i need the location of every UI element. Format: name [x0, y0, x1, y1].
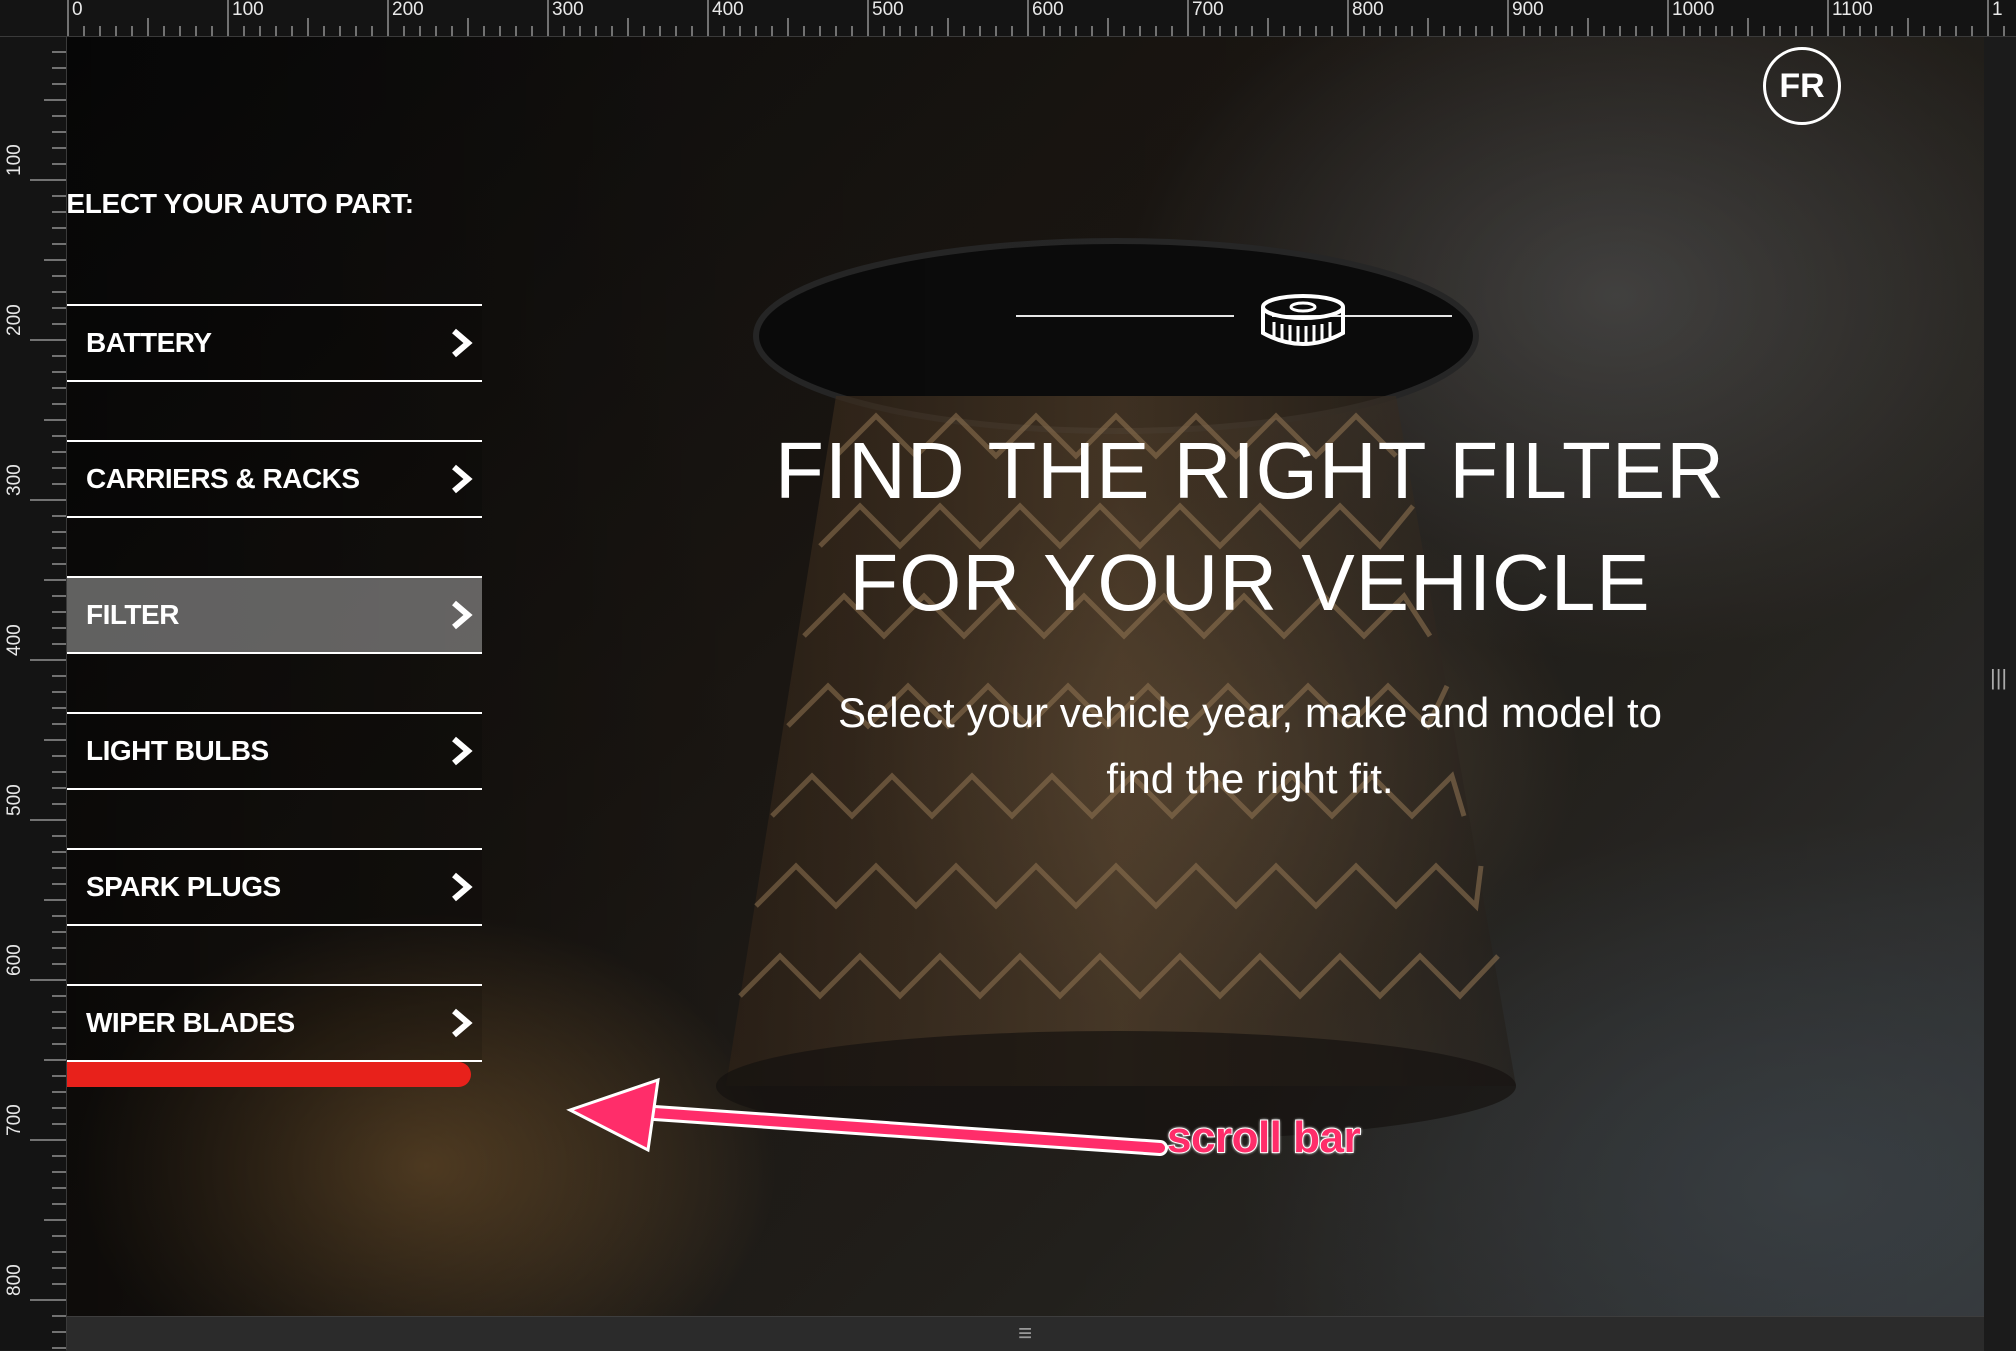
part-button-spark-plugs[interactable]: SPARK PLUGS: [48, 848, 482, 926]
part-button-light-bulbs[interactable]: LIGHT BULBS: [48, 712, 482, 790]
hero-title: FIND THE RIGHT FILTER FOR YOUR VEHICLE: [680, 415, 1820, 639]
ruler-left-label: 600: [4, 944, 25, 976]
ruler-top-ticks: 0 100 200 300 400 500 600 700 800 900 1000 1100 1: [67, 0, 2005, 36]
ruler-top: 0 100 200 300 400 500 600 700 800 900 1000 1100 1: [0, 0, 2016, 37]
part-button-wiper-blades[interactable]: WIPER BLADES: [48, 984, 482, 1062]
part-button-carriers-racks[interactable]: CARRIERS & RACKS: [48, 440, 482, 518]
hero-subtitle: Select your vehicle year, make and model…: [680, 680, 1820, 812]
language-toggle-button[interactable]: FR: [1763, 47, 1841, 125]
right-resize-handle[interactable]: |||: [1990, 665, 2007, 691]
part-button-label: LIGHT BULBS: [86, 735, 269, 766]
ruler-top-label: 1100: [1832, 0, 1873, 20]
part-button-label: CARRIERS & RACKS: [86, 463, 360, 494]
ruler-corner: [0, 0, 66, 36]
annotation-label: scroll bar: [1166, 1112, 1362, 1163]
part-button-label: FILTER: [86, 599, 179, 630]
hero-title-line-2: FOR YOUR VEHICLE: [849, 538, 1651, 627]
ruler-top-label: 400: [712, 0, 744, 20]
hero-subtitle-line-2: find the right fit.: [1106, 755, 1394, 802]
menu-scrollbar[interactable]: [48, 1062, 471, 1087]
divider-left: [1016, 315, 1234, 317]
chevron-right-icon: [452, 1008, 473, 1038]
ruler-left-label: 300: [4, 464, 25, 496]
part-button-label: BATTERY: [86, 327, 212, 358]
chevron-right-icon: [452, 872, 473, 902]
ruler-top-label: 1000: [1672, 0, 1714, 20]
ruler-left-label: 700: [4, 1104, 25, 1136]
chevron-right-icon: [452, 736, 473, 766]
ruler-top-label: 600: [1032, 0, 1064, 20]
filter-icon: [1261, 294, 1345, 346]
hero-subtitle-line-1: Select your vehicle year, make and model…: [837, 689, 1663, 736]
ruler-top-label: 700: [1192, 0, 1224, 20]
part-button-filter[interactable]: FILTER: [48, 576, 482, 654]
bottom-panel-bar: ≡: [66, 1316, 1984, 1351]
ruler-top-label: 200: [392, 0, 424, 20]
bottom-resize-handle[interactable]: ≡: [1018, 1320, 1032, 1348]
chevron-right-icon: [452, 464, 473, 494]
ruler-top-label: 100: [232, 0, 264, 20]
menu-heading: SELECT YOUR AUTO PART:: [48, 188, 414, 219]
ruler-left-ticks: 0100200300400500600700800: [4, 19, 66, 1349]
chevron-right-icon: [452, 600, 473, 630]
ruler-left-label: 500: [4, 784, 25, 816]
ruler-top-label: 0: [72, 0, 83, 20]
ruler-top-label: 800: [1352, 0, 1384, 20]
part-button-battery[interactable]: BATTERY: [48, 304, 482, 382]
ruler-top-label: 300: [552, 0, 584, 20]
hero-title-line-1: FIND THE RIGHT FILTER: [775, 426, 1725, 515]
ruler-left-label: 400: [4, 624, 25, 656]
part-button-label: SPARK PLUGS: [86, 871, 281, 902]
ruler-top-label: 1: [1992, 0, 2003, 20]
hero-stage: [66, 36, 1984, 1316]
chevron-right-icon: [452, 328, 473, 358]
hero-icon-row: [947, 285, 1452, 347]
ruler-left-label: 100: [4, 144, 25, 176]
ruler-left: 0100200300400500600700800: [0, 0, 67, 1350]
ruler-top-label: 500: [872, 0, 904, 20]
ruler-top-label: 900: [1512, 0, 1544, 20]
image-overlay: [66, 36, 1984, 1316]
ruler-left-label: 800: [4, 1264, 25, 1296]
part-button-label: WIPER BLADES: [86, 1007, 295, 1038]
ruler-left-label: 200: [4, 304, 25, 336]
